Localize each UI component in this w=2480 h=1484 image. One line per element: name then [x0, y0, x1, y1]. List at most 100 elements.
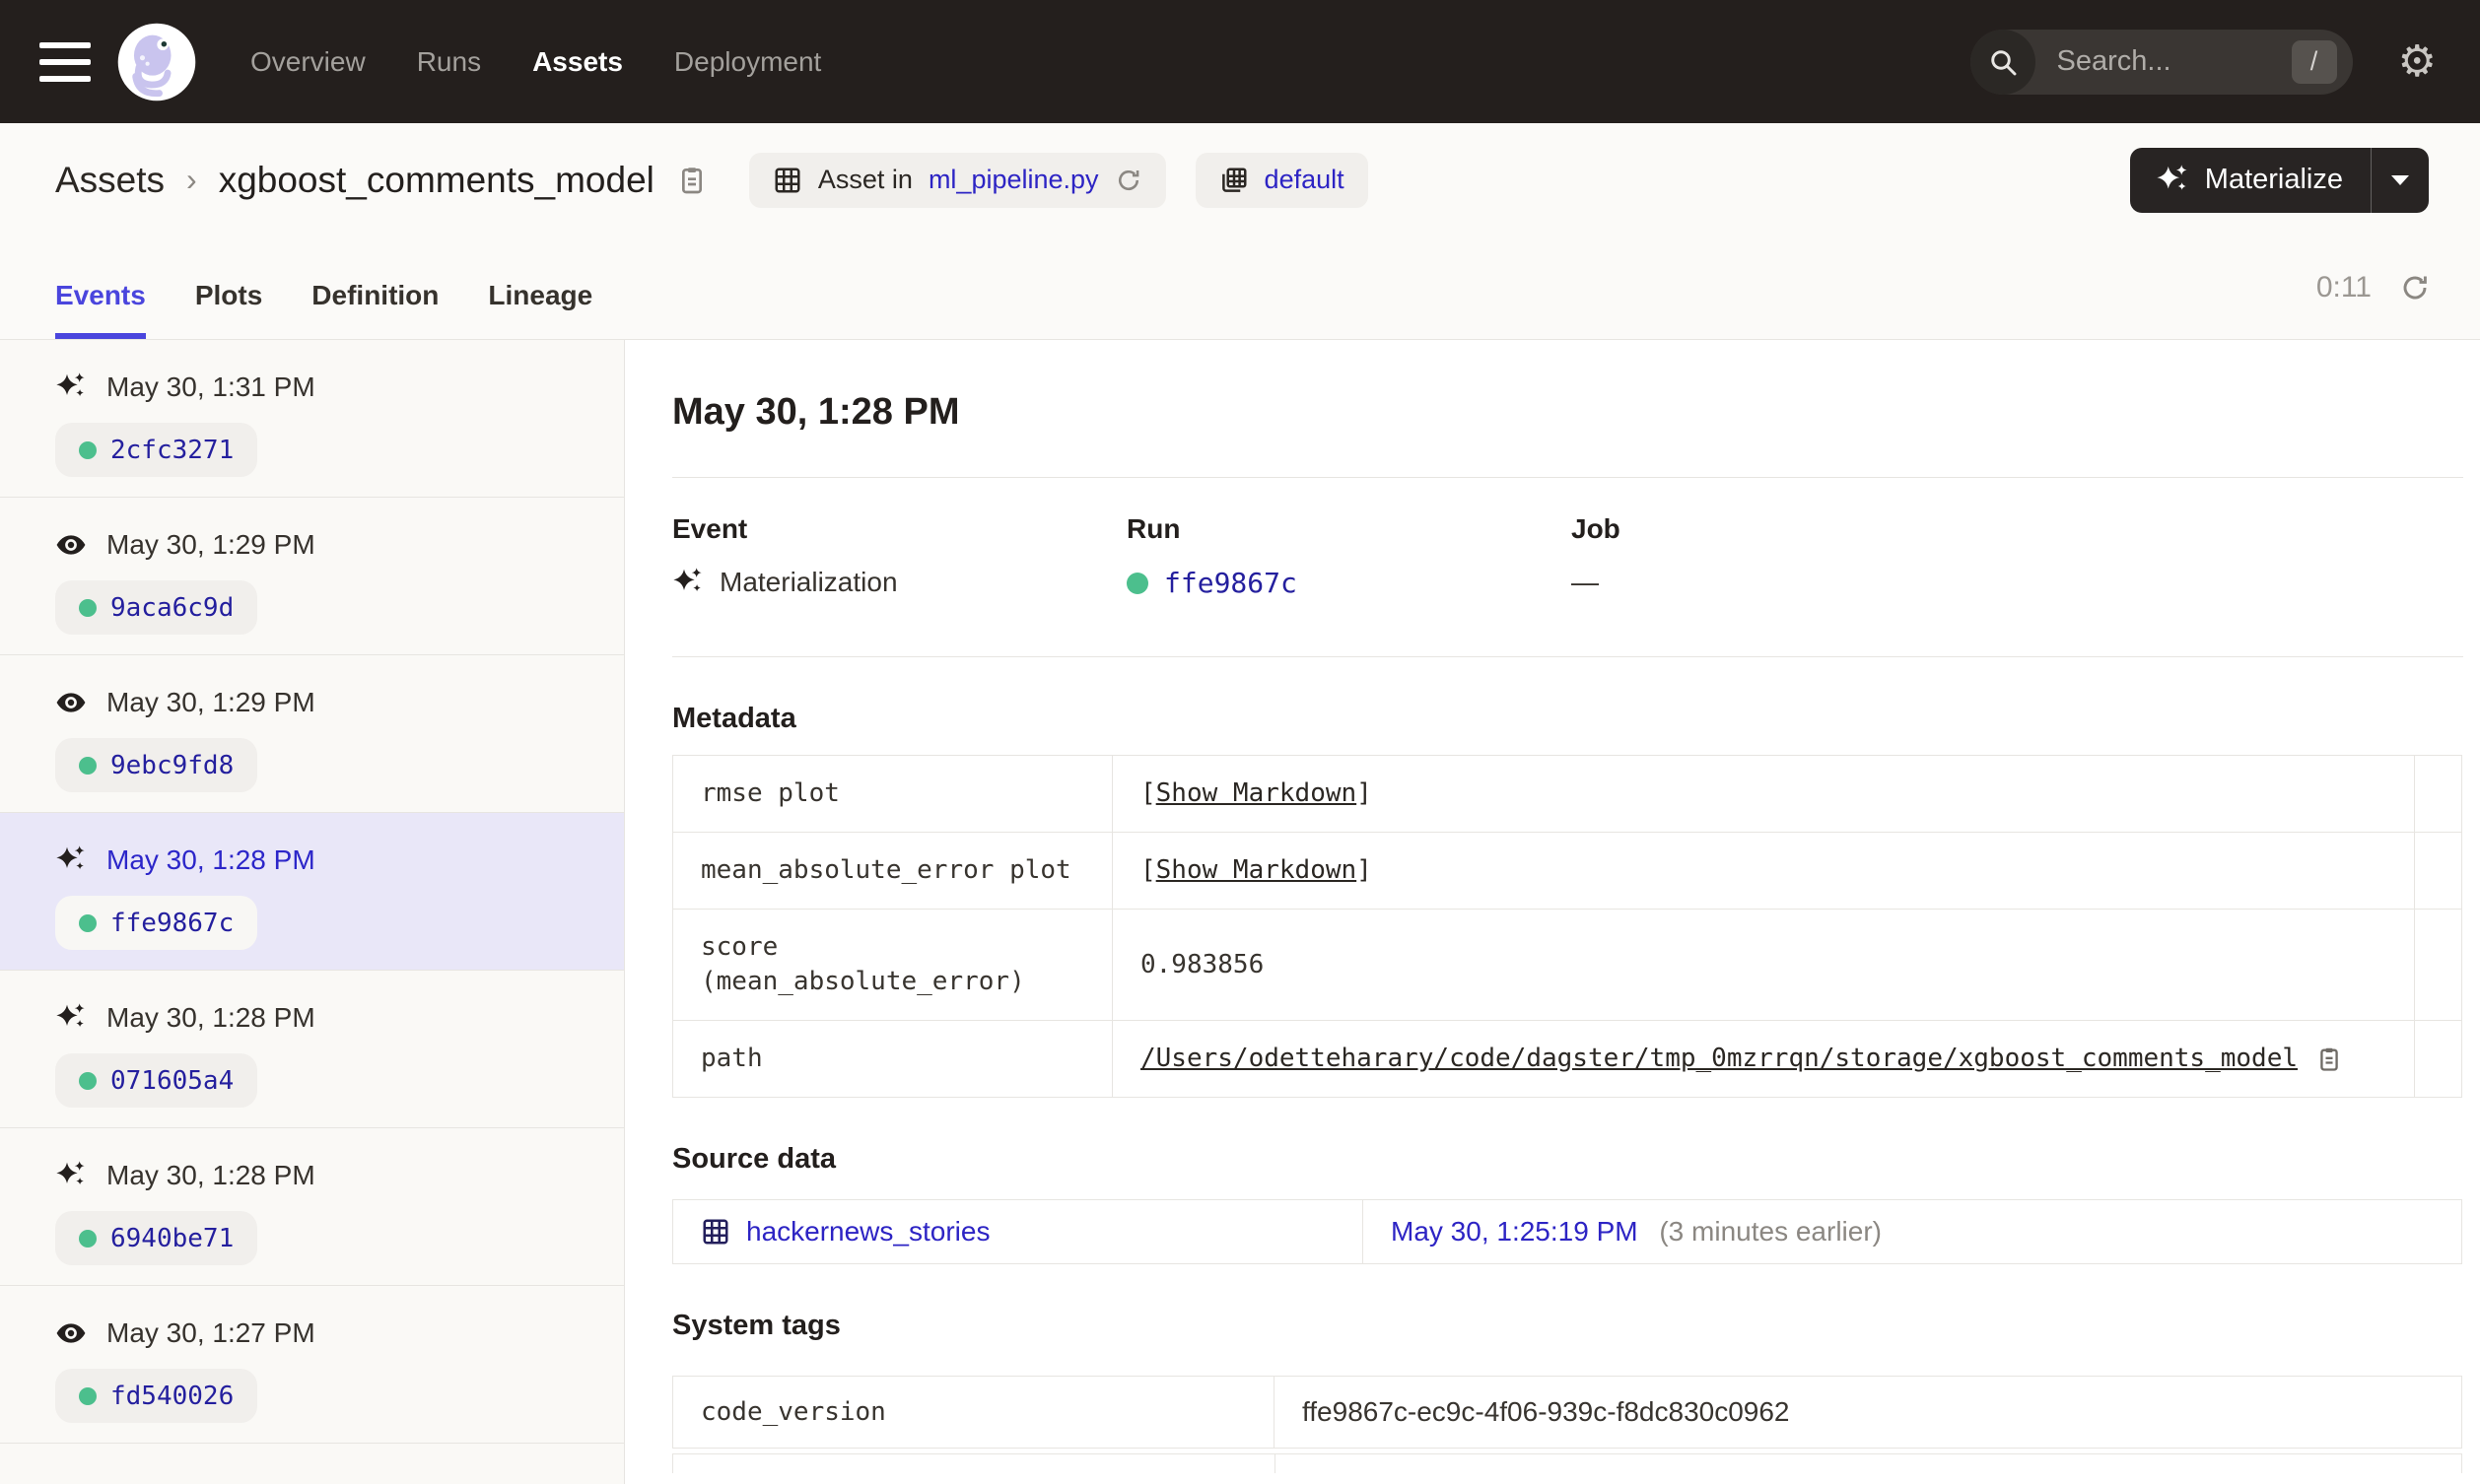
dagster-logo[interactable]: [116, 22, 197, 102]
run-id-link[interactable]: ffe9867c: [1164, 567, 1297, 599]
sparkle-icon: [2157, 164, 2187, 190]
gear-icon[interactable]: ⚙: [2398, 39, 2437, 84]
event-timestamp: May 30, 1:27 PM: [106, 1317, 315, 1348]
run-success-dot: [79, 440, 97, 459]
source-timestamp-link[interactable]: May 30, 1:25:19 PM: [1391, 1216, 1638, 1247]
event-list-item[interactable]: May 30, 1:28 PM 6940be71: [0, 1128, 624, 1286]
event-list-sidebar: May 30, 1:31 PM 2cfc3271 May 30, 1:29 PM…: [0, 340, 625, 1484]
run-success-dot: [79, 1229, 97, 1248]
event-detail-panel: May 30, 1:28 PM Event Materialization Ru…: [625, 340, 2480, 1484]
source-time-note: (3 minutes earlier): [1659, 1216, 1882, 1247]
run-success-dot: [79, 756, 97, 775]
table-row: code_version ffe9867c-ec9c-4f06-939c-f8d…: [672, 1376, 2462, 1449]
event-list-item[interactable]: May 30, 1:27 PM fd540026: [0, 1286, 624, 1444]
materialize-dropdown-button[interactable]: [2372, 148, 2429, 213]
run-id-link[interactable]: 071605a4: [110, 1066, 234, 1096]
run-id-link[interactable]: 9ebc9fd8: [110, 751, 234, 780]
run-id-link[interactable]: 9aca6c9d: [110, 593, 234, 623]
divider: [672, 477, 2463, 478]
source-data-heading: Source data: [672, 1143, 836, 1175]
nav-item-deployment[interactable]: Deployment: [674, 46, 821, 78]
breadcrumb-assets-link[interactable]: Assets: [55, 160, 165, 201]
show-markdown-link[interactable]: [Show Markdown]: [1140, 778, 1372, 808]
metadata-table: rmse plot [Show Markdown] mean_absolute_…: [672, 755, 2462, 1098]
table-gutter-cell: [2414, 1020, 2462, 1098]
run-success-dot: [79, 1071, 97, 1090]
asset-grid-icon: [703, 1219, 728, 1245]
page-header: Assets › xgboost_comments_model Asset in…: [0, 123, 2480, 236]
event-column-label: Event: [672, 513, 748, 544]
event-list-item[interactable]: May 30, 1:31 PM 2cfc3271: [0, 340, 624, 498]
hamburger-menu-icon[interactable]: [39, 41, 91, 82]
event-timestamp: May 30, 1:29 PM: [106, 687, 315, 717]
refresh-icon[interactable]: [2399, 272, 2431, 304]
asset-group-icon: [1221, 168, 1247, 192]
system-tag-key: code_version: [672, 1376, 1274, 1449]
materialize-label: Materialize: [2204, 164, 2343, 195]
divider: [672, 656, 2463, 657]
event-list-item[interactable]: May 30, 1:29 PM 9aca6c9d: [0, 498, 624, 655]
system-tag-value: ffe9867c-ec9c-4f06-939c-f8dc830c0962: [1274, 1376, 2462, 1449]
table-gutter-cell: [2414, 755, 2462, 833]
event-list-item[interactable]: May 30, 1:29 PM 9ebc9fd8: [0, 655, 624, 813]
copy-path-icon[interactable]: [2315, 1046, 2343, 1073]
event-timestamp: May 30, 1:31 PM: [106, 371, 315, 402]
upstream-asset-link[interactable]: hackernews_stories: [746, 1216, 990, 1248]
reload-definitions-icon[interactable]: [1115, 167, 1142, 194]
system-tags-table: code_version ffe9867c-ec9c-4f06-939c-f8d…: [672, 1376, 2462, 1449]
run-status-badge[interactable]: 6940be71: [55, 1211, 258, 1265]
run-status-badge[interactable]: 9aca6c9d: [55, 580, 258, 635]
top-nav-bar: Overview Runs Assets Deployment Search..…: [0, 0, 2480, 123]
run-column: Run ffe9867c: [1127, 513, 1571, 599]
tab-definition[interactable]: Definition: [311, 280, 439, 339]
storage-path-link[interactable]: /Users/odetteharary/code/dagster/tmp_0mz…: [1140, 1042, 2298, 1076]
job-column-label: Job: [1571, 513, 1620, 544]
event-timestamp: May 30, 1:29 PM: [106, 529, 315, 560]
tab-plots[interactable]: Plots: [195, 280, 262, 339]
asset-group-link[interactable]: default: [1265, 165, 1344, 195]
code-location-link[interactable]: ml_pipeline.py: [929, 165, 1099, 195]
observation-eye-icon: [56, 535, 86, 555]
asset-definition-badge: Asset in ml_pipeline.py: [748, 152, 1166, 208]
refresh-countdown: 0:11: [2315, 271, 2372, 304]
event-list-item-selected[interactable]: May 30, 1:28 PM ffe9867c: [0, 813, 624, 971]
run-id-link[interactable]: fd540026: [110, 1382, 234, 1411]
run-id-link[interactable]: 6940be71: [110, 1224, 234, 1253]
primary-nav: Overview Runs Assets Deployment: [250, 46, 821, 78]
run-success-dot: [79, 598, 97, 617]
system-tags-heading: System tags: [672, 1310, 841, 1341]
copy-asset-name-icon[interactable]: [676, 165, 708, 196]
run-status-badge[interactable]: fd540026: [55, 1369, 258, 1423]
search-input[interactable]: Search... /: [1969, 29, 2353, 95]
nav-item-runs[interactable]: Runs: [417, 46, 481, 78]
table-row: rmse plot [Show Markdown]: [672, 755, 2462, 833]
asset-pill-prefix: Asset in: [817, 165, 913, 194]
event-list-item[interactable]: May 30, 1:28 PM 071605a4: [0, 971, 624, 1128]
show-markdown-link[interactable]: [Show Markdown]: [1140, 855, 1372, 885]
asset-group-badge: default: [1195, 152, 1368, 208]
run-status-badge[interactable]: 071605a4: [55, 1053, 258, 1108]
run-status-badge[interactable]: ffe9867c: [55, 896, 258, 950]
search-shortcut-badge: /: [2291, 39, 2337, 84]
event-detail-title: May 30, 1:28 PM: [672, 391, 960, 433]
tab-bar: Events Plots Definition Lineage 0:11: [0, 236, 2480, 340]
tab-events[interactable]: Events: [55, 280, 146, 339]
materialize-button[interactable]: Materialize: [2130, 148, 2371, 213]
table-gutter-cell: [2414, 909, 2462, 1021]
observation-eye-icon: [56, 1323, 86, 1343]
materialization-sparkle-icon: [56, 1003, 85, 1028]
run-id-link[interactable]: 2cfc3271: [110, 436, 234, 465]
chevron-down-icon: [2391, 174, 2409, 185]
nav-item-assets[interactable]: Assets: [532, 46, 623, 78]
materialization-sparkle-icon: [673, 568, 702, 592]
nav-item-overview[interactable]: Overview: [250, 46, 366, 78]
run-id-link[interactable]: ffe9867c: [110, 909, 234, 938]
materialization-sparkle-icon: [56, 372, 85, 397]
table-row: mean_absolute_error plot [Show Markdown]: [672, 832, 2462, 910]
tab-lineage[interactable]: Lineage: [488, 280, 592, 339]
run-status-badge[interactable]: 2cfc3271: [55, 423, 258, 477]
event-type-value: Materialization: [720, 567, 898, 597]
run-status-badge[interactable]: 9ebc9fd8: [55, 738, 258, 792]
asset-grid-icon: [775, 168, 800, 192]
run-success-dot: [79, 913, 97, 932]
